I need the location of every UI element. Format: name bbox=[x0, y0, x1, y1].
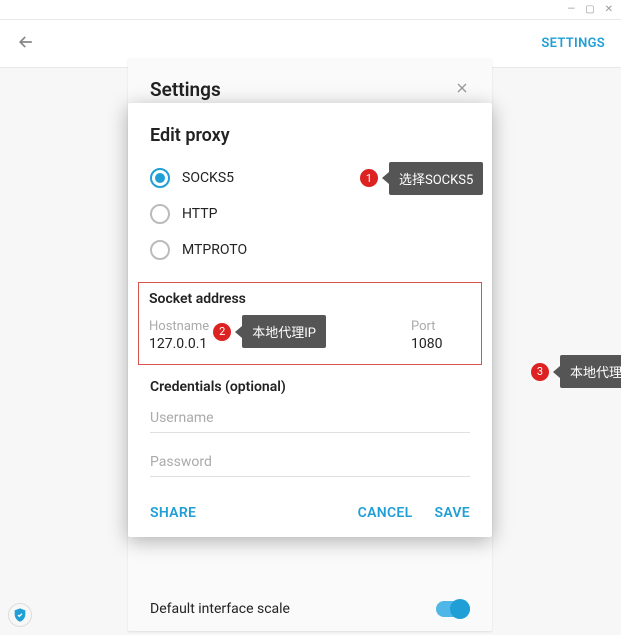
radio-http[interactable]: HTTP bbox=[128, 196, 492, 232]
dialog-title: Edit proxy bbox=[128, 125, 492, 160]
maximize-icon[interactable]: ▢ bbox=[585, 4, 594, 15]
username-input[interactable]: Username bbox=[150, 399, 470, 433]
socket-title: Socket address bbox=[149, 291, 471, 307]
callout-tip-2: 本地代理IP bbox=[242, 315, 326, 348]
hostname-label: Hostname bbox=[149, 319, 209, 334]
save-button[interactable]: SAVE bbox=[434, 505, 470, 521]
shield-icon[interactable] bbox=[8, 603, 32, 627]
radio-socks5[interactable]: SOCKS5 1 选择SOCKS5 bbox=[128, 160, 492, 196]
port-field[interactable]: Port 1080 bbox=[411, 315, 471, 352]
radio-icon bbox=[150, 204, 170, 224]
port-value: 1080 bbox=[411, 336, 471, 352]
radio-label: HTTP bbox=[182, 206, 217, 222]
close-icon[interactable] bbox=[454, 80, 470, 100]
radio-label: SOCKS5 bbox=[182, 170, 234, 186]
port-label: Port bbox=[411, 319, 436, 334]
window-titlebar: — ▢ ✕ bbox=[0, 0, 621, 20]
settings-title: Settings bbox=[150, 78, 221, 101]
settings-link[interactable]: SETTINGS bbox=[541, 36, 605, 51]
callout-badge-1: 1 bbox=[360, 169, 378, 187]
dialog-actions: SHARE CANCEL SAVE bbox=[128, 487, 492, 537]
password-input[interactable]: Password bbox=[150, 443, 470, 477]
cancel-button[interactable]: CANCEL bbox=[358, 505, 413, 521]
callout-tip-3: 本地代理默认端口 bbox=[560, 355, 621, 388]
callout-arrow-icon bbox=[553, 366, 560, 378]
callout-arrow-icon bbox=[382, 172, 389, 184]
radio-label: MTPROTO bbox=[182, 242, 247, 258]
callout-badge-3: 3 bbox=[531, 363, 549, 381]
share-button[interactable]: SHARE bbox=[150, 505, 196, 521]
back-icon[interactable] bbox=[16, 32, 36, 56]
edit-proxy-dialog: Edit proxy SOCKS5 1 选择SOCKS5 HTTP MTPROT… bbox=[128, 103, 492, 537]
callout-arrow-icon bbox=[235, 326, 242, 338]
radio-mtproto[interactable]: MTPROTO bbox=[128, 232, 492, 268]
radio-icon bbox=[150, 240, 170, 260]
interface-scale-toggle[interactable] bbox=[436, 601, 470, 617]
window-close-icon[interactable]: ✕ bbox=[605, 4, 613, 15]
credentials-title: Credentials (optional) bbox=[150, 379, 470, 395]
callout-badge-2: 2 bbox=[213, 323, 231, 341]
radio-icon bbox=[150, 168, 170, 188]
username-placeholder: Username bbox=[150, 410, 214, 426]
hostname-field[interactable]: Hostname 2 本地代理IP 127.0.0.1 bbox=[149, 315, 391, 352]
password-placeholder: Password bbox=[150, 454, 212, 470]
socket-address-group: Socket address Hostname 2 本地代理IP 127.0.0… bbox=[138, 282, 482, 365]
minimize-icon[interactable]: — bbox=[567, 4, 575, 15]
callout-tip-1: 选择SOCKS5 bbox=[389, 162, 483, 195]
credentials-group: Credentials (optional) Username Password bbox=[128, 379, 492, 477]
interface-scale-label: Default interface scale bbox=[150, 601, 290, 617]
